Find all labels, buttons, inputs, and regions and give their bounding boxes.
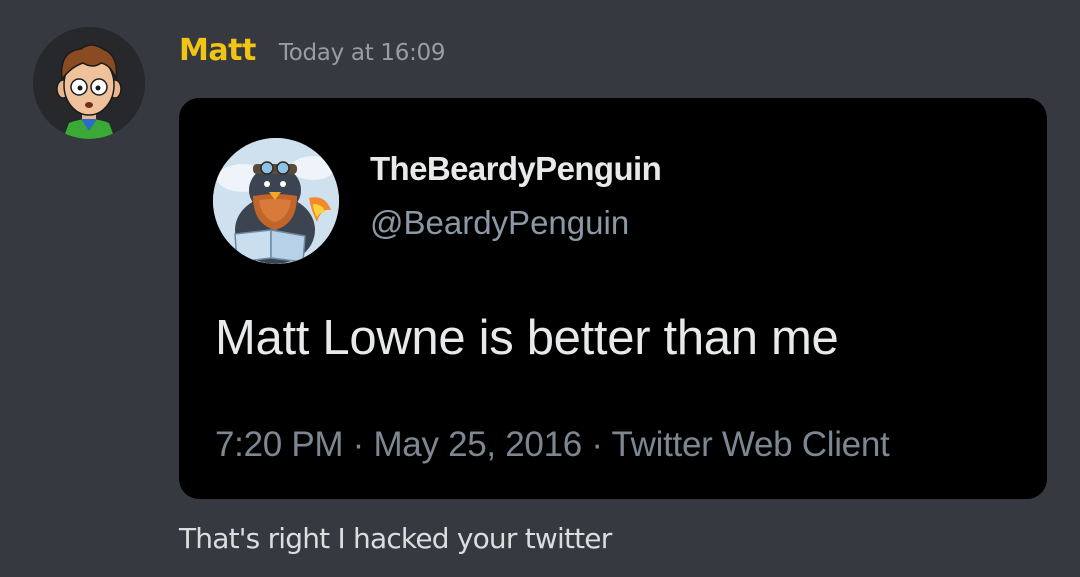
tweet-display-name[interactable]: TheBeardyPenguin [370,150,662,188]
chat-message: Matt Today at 16:09 TheBeardyPenguin @Be… [0,0,1080,577]
author-username[interactable]: Matt [179,33,256,68]
message-header: Matt Today at 16:09 [179,33,446,68]
tweet-metadata: 7:20 PM · May 25, 2016 · Twitter Web Cli… [215,425,890,464]
tweet-handle[interactable]: @BeardyPenguin [370,204,629,242]
tweet-author-avatar [213,138,339,264]
bearded-penguin-avatar-icon [213,138,339,264]
cartoon-avatar-icon [33,27,145,139]
author-avatar[interactable] [33,27,145,139]
message-content: That's right I hacked your twitter [179,522,612,555]
tweet-text: Matt Lowne is better than me [215,311,839,365]
message-timestamp: Today at 16:09 [278,40,446,66]
tweet-embed: TheBeardyPenguin @BeardyPenguin Matt Low… [179,98,1047,499]
